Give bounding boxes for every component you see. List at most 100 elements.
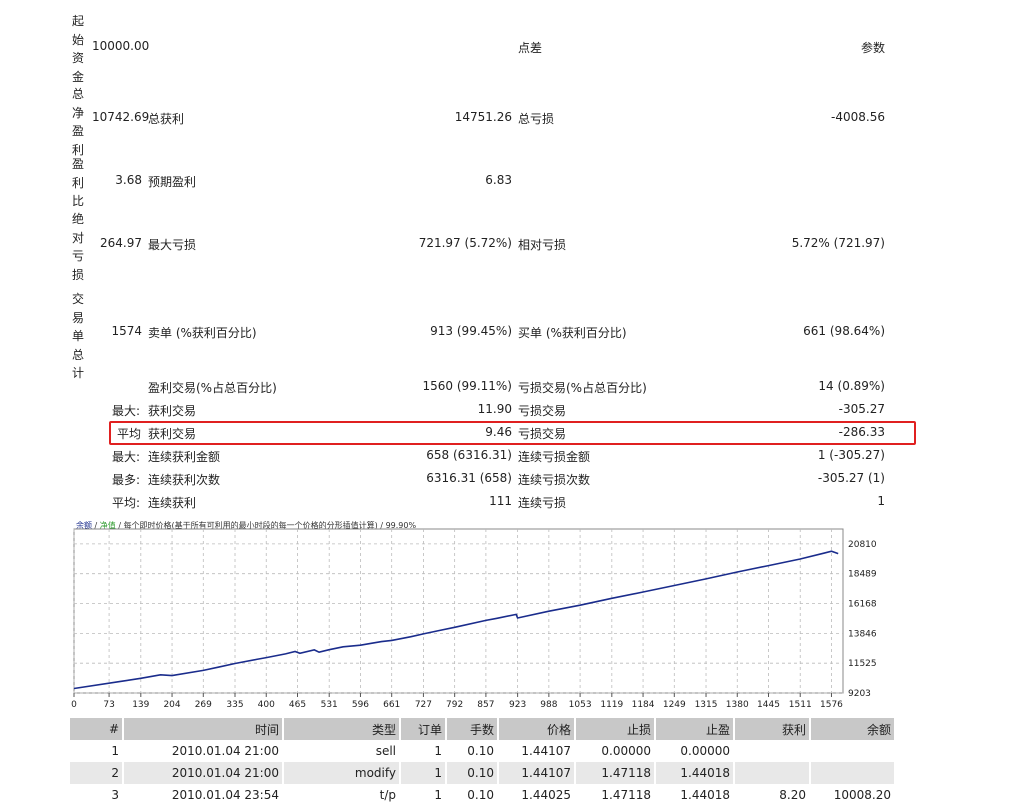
x-tick-label: 857 [477,700,494,710]
stats-prefix: 最大: [112,404,141,418]
cell-size: 0.10 [446,784,499,806]
stats-value-left: 11.90 [477,402,512,416]
table-row: 2 2010.01.04 21:00 modify 1 0.10 1.44107… [70,762,896,784]
stats-label-left: 连续获利 [148,496,197,510]
balance-series-line [73,550,839,690]
x-tick-label: 1445 [757,700,780,710]
x-tick-label: 1053 [569,700,592,710]
col-header-sl: 止损 [575,718,656,740]
cell-price: 1.44107 [498,762,576,784]
cell-balance: 10008.20 [810,784,896,806]
cell-time: 2010.01.04 21:00 [123,762,284,784]
cell-type: modify [283,762,401,784]
x-tick-label: 661 [383,700,400,710]
table-row: 3 2010.01.04 23:54 t/p 1 0.10 1.44025 1.… [70,784,896,806]
total-trades-value: 1574 [111,324,142,338]
stats-value-left: 9.46 [485,425,512,439]
x-tick-label: 1249 [663,700,686,710]
short-positions-value: 913 (99.45%) [430,324,512,338]
x-tick-label: 531 [321,700,338,710]
x-tick-label: 1511 [789,700,812,710]
cell-balance [810,762,896,784]
x-tick-label: 596 [352,700,369,710]
trades-header-row: # 时间 类型 订单 手数 价格 止损 止盈 获利 余额 [70,718,896,740]
cell-size: 0.10 [446,762,499,784]
cell-price: 1.44025 [498,784,576,806]
col-header-profit: 获利 [734,718,811,740]
stats-value-right: -286.33 [838,425,885,439]
x-tick-label: 792 [446,700,463,710]
net-profit-label: 总净盈利 [71,87,84,157]
col-header-tp: 止盈 [655,718,735,740]
stats-prefix: 最大: [112,450,141,464]
x-tick-label: 335 [226,700,243,710]
table-row: 1 2010.01.04 21:00 sell 1 0.10 1.44107 0… [70,740,896,762]
y-tick-label: 20810 [848,540,877,550]
stats-label-left: 连续获利金额 [148,450,221,464]
x-tick-label: 1184 [632,700,655,710]
cell-order: 1 [400,784,447,806]
x-tick-label: 727 [415,700,432,710]
short-positions-label: 卖单 (%获利百分比) [148,326,257,340]
total-trades-label: 交易单总计 [71,292,84,380]
stats-value-left: 1560 (99.11%) [422,379,512,393]
stats-label-right: 亏损交易(%占总百分比) [518,381,647,395]
cell-order: 1 [400,740,447,762]
x-tick-label: 988 [540,700,557,710]
col-header-price: 价格 [498,718,576,740]
cell-number: 2 [70,762,124,784]
stats-prefix: 最多: [112,473,141,487]
x-tick-label: 73 [103,700,114,710]
stats-value-right: 1 [877,494,885,508]
gross-profit-value: 14751.26 [454,110,512,124]
cell-time: 2010.01.04 23:54 [123,784,284,806]
highlight-box [109,421,916,445]
stats-value-left: 111 [489,494,512,508]
cell-sl: 1.47118 [575,762,656,784]
x-tick-label: 1576 [820,700,843,710]
max-drawdown-label: 最大亏损 [148,238,197,252]
cell-number: 1 [70,740,124,762]
cell-order: 1 [400,762,447,784]
max-drawdown-value: 721.97 (5.72%) [418,236,512,250]
cell-tp: 1.44018 [655,762,735,784]
cell-time: 2010.01.04 21:00 [123,740,284,762]
cell-profit [734,762,811,784]
profit-factor-value: 3.68 [115,173,142,187]
x-tick-label: 139 [132,700,149,710]
expected-payoff-value: 6.83 [485,173,512,187]
stats-label-left: 盈利交易(%占总百分比) [148,381,277,395]
cell-sl: 1.47118 [575,784,656,806]
col-header-number: # [70,718,124,740]
x-tick-label: 0 [71,700,77,710]
col-header-order: 订单 [400,718,447,740]
cell-size: 0.10 [446,740,499,762]
col-header-size: 手数 [446,718,499,740]
absolute-drawdown-label: 绝对亏损 [71,212,84,282]
relative-drawdown-label: 相对亏损 [518,238,567,252]
initial-deposit-label: 起始资金 [71,14,84,84]
y-tick-label: 18489 [848,570,877,580]
y-tick-label: 9203 [848,689,871,699]
long-positions-value: 661 (98.64%) [803,324,885,338]
relative-drawdown-value: 5.72% (721.97) [791,236,885,250]
stats-value-right: 1 (-305.27) [817,448,885,462]
y-tick-label: 16168 [848,600,877,610]
col-header-type: 类型 [283,718,401,740]
x-tick-label: 204 [163,700,180,710]
cell-tp: 1.44018 [655,784,735,806]
plot-frame [73,528,844,694]
profit-factor-label: 盈利比 [71,157,84,208]
balance-chart-svg: 余额 / 净值 / 每个即时价格(基于所有可利用的最小时段的每一个价格的分形插值… [71,520,877,710]
cell-type: t/p [283,784,401,806]
stats-label-right: 亏损交易 [518,404,567,418]
cell-profit [734,740,811,762]
stats-value-right: -305.27 (1) [817,471,885,485]
cell-sl: 0.00000 [575,740,656,762]
x-tick-label: 465 [289,700,306,710]
balance-chart: 余额 / 净值 / 每个即时价格(基于所有可利用的最小时段的每一个价格的分形插值… [70,515,885,713]
y-tick-label: 11525 [848,659,877,669]
x-tick-label: 400 [258,700,275,710]
stats-label-right: 连续亏损 [518,496,567,510]
x-tick-label: 1380 [726,700,749,710]
